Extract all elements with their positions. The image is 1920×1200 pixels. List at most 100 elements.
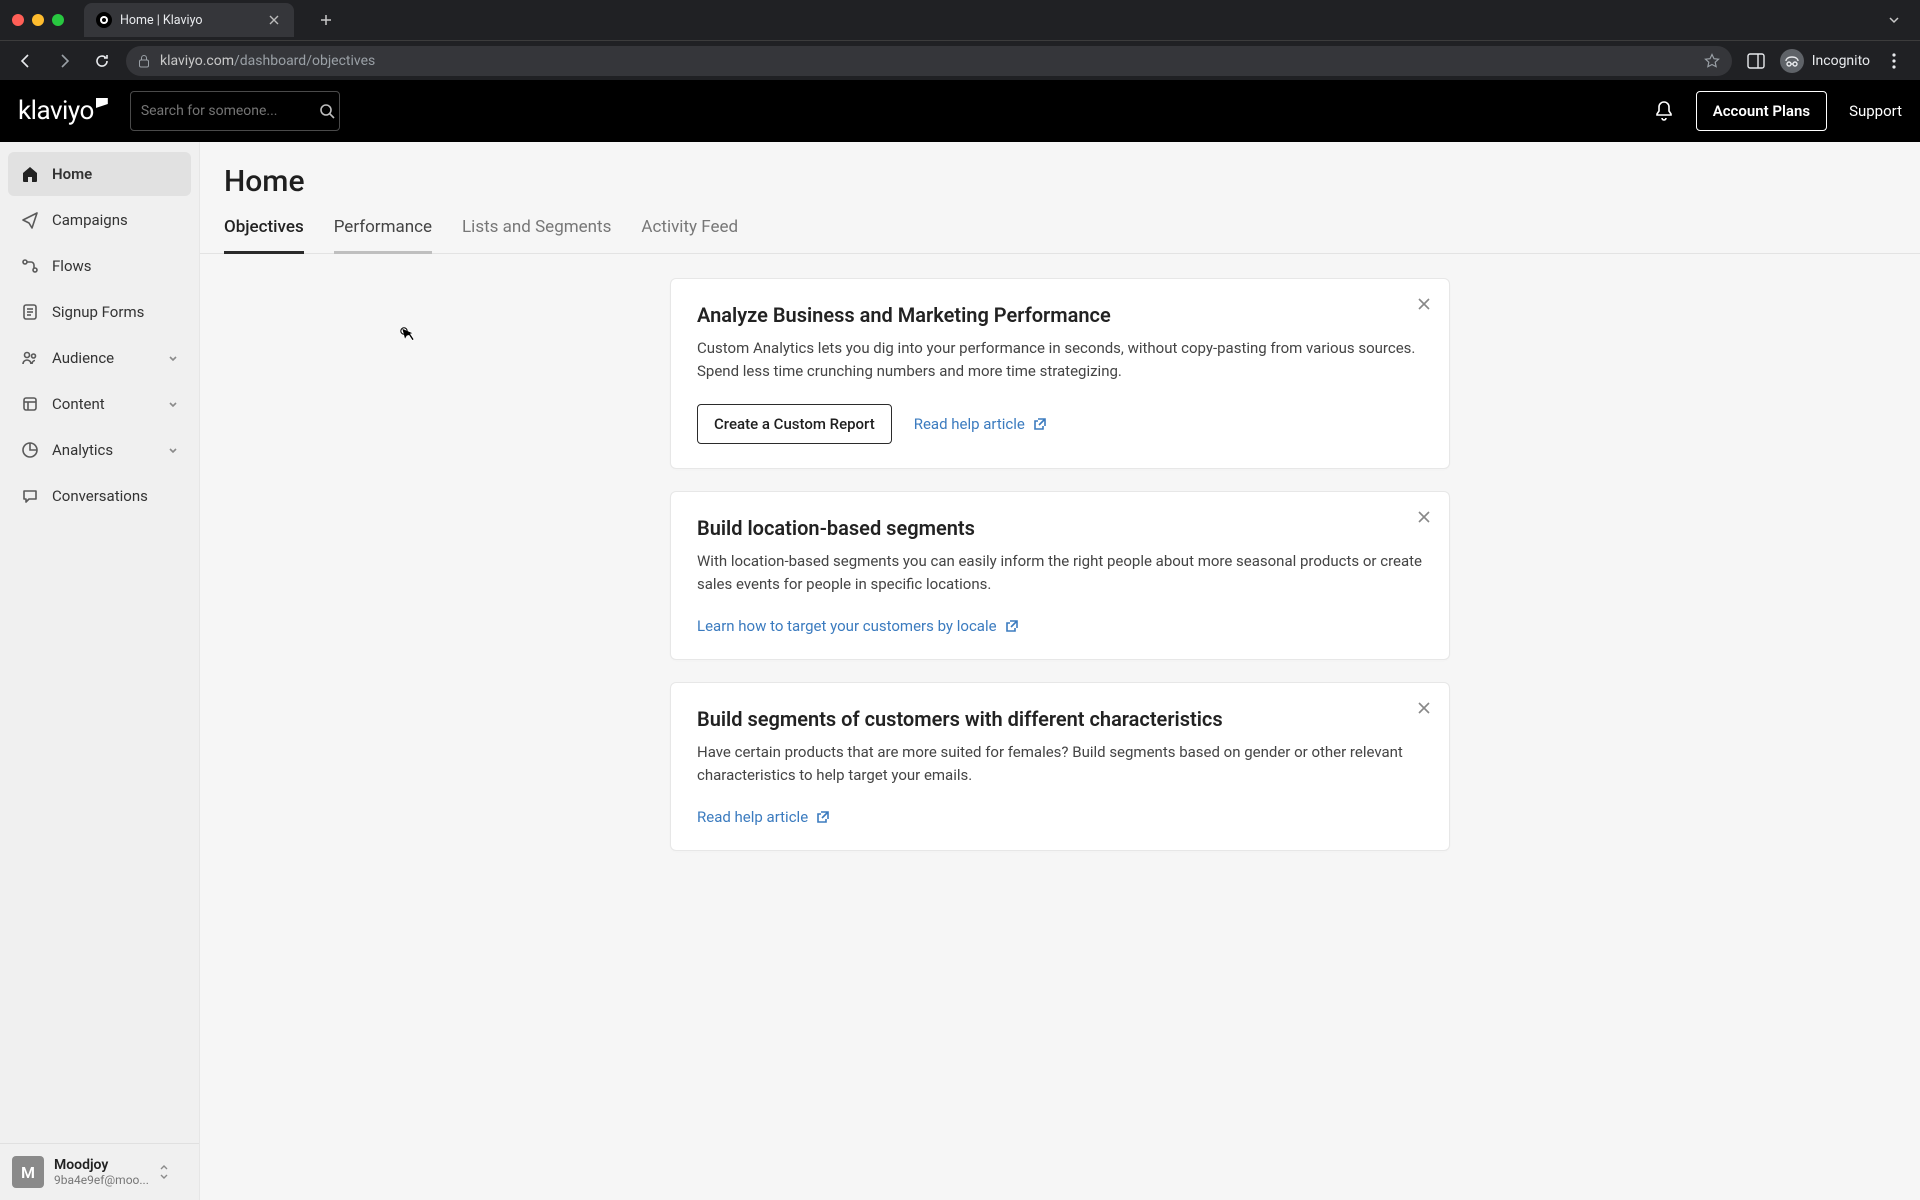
window-close-button[interactable] — [12, 14, 24, 26]
tab-favicon — [96, 12, 112, 28]
card-close-button[interactable] — [1413, 293, 1435, 315]
window-minimize-button[interactable] — [32, 14, 44, 26]
card-help-link[interactable]: Learn how to target your customers by lo… — [697, 617, 1019, 635]
sidebar: Home Campaigns Flows Signup Forms Audience Co… — [0, 142, 200, 1200]
audience-icon — [20, 348, 40, 368]
browser-titlebar: Home | Klaviyo — [0, 0, 1920, 40]
app-body: Home Campaigns Flows Signup Forms Audience Co… — [0, 142, 1920, 1200]
chevron-down-icon — [167, 352, 179, 364]
sidebar-item-label: Audience — [52, 349, 114, 367]
url-path: /dashboard/objectives — [234, 53, 375, 69]
form-icon — [20, 302, 40, 322]
tab-objectives[interactable]: Objectives — [224, 217, 304, 254]
support-link[interactable]: Support — [1849, 102, 1902, 120]
card-body: With location-based segments you can eas… — [697, 550, 1423, 595]
sidebar-item-label: Analytics — [52, 441, 113, 459]
sidebar-item-label: Content — [52, 395, 105, 413]
lock-icon — [138, 54, 150, 68]
sidebar-item-label: Campaigns — [52, 211, 128, 229]
tab-title: Home | Klaviyo — [120, 13, 258, 28]
browser-forward-button[interactable] — [50, 47, 78, 75]
cards-container: Analyze Business and Marketing Performan… — [650, 278, 1470, 851]
search-icon[interactable] — [319, 103, 335, 119]
main: Home Objectives Performance Lists and Segm… — [200, 142, 1920, 1200]
avatar: M — [12, 1156, 44, 1188]
tab-performance[interactable]: Performance — [334, 217, 432, 254]
external-link-icon — [1005, 619, 1019, 633]
account-plans-button[interactable]: Account Plans — [1696, 91, 1827, 131]
user-menu-toggle[interactable] — [159, 1164, 169, 1180]
external-link-icon — [1033, 417, 1047, 431]
sidebar-item-label: Home — [52, 165, 92, 183]
window-controls — [12, 14, 64, 26]
browser-chrome: Home | Klaviyo klaviyo.com/da — [0, 0, 1920, 80]
tab-lists-and-segments[interactable]: Lists and Segments — [462, 217, 611, 254]
panel-toggle-icon[interactable] — [1742, 47, 1770, 75]
chevron-down-icon — [167, 444, 179, 456]
card-primary-button[interactable]: Create a Custom Report — [697, 404, 892, 444]
card-title: Build location-based segments — [697, 516, 1423, 540]
card-title: Analyze Business and Marketing Performan… — [697, 303, 1423, 327]
logo-text: klaviyo — [18, 96, 94, 126]
logo-flag-icon — [96, 98, 108, 108]
url-text: klaviyo.com/dashboard/objectives — [160, 53, 375, 69]
analytics-icon — [20, 440, 40, 460]
search-box[interactable] — [130, 91, 340, 131]
card-close-button[interactable] — [1413, 506, 1435, 528]
link-label: Learn how to target your customers by lo… — [697, 617, 997, 635]
incognito-label: Incognito — [1812, 53, 1870, 69]
tabs: Objectives Performance Lists and Segments A… — [200, 217, 1920, 254]
sidebar-item-conversations[interactable]: Conversations — [8, 474, 191, 518]
tabs-menu-button[interactable] — [1880, 6, 1908, 34]
window-maximize-button[interactable] — [52, 14, 64, 26]
card-actions: Read help article — [697, 808, 1423, 826]
link-label: Read help article — [697, 808, 808, 826]
browser-back-button[interactable] — [12, 47, 40, 75]
sidebar-item-analytics[interactable]: Analytics — [8, 428, 191, 472]
card-close-button[interactable] — [1413, 697, 1435, 719]
external-link-icon — [816, 810, 830, 824]
tab-close-button[interactable] — [266, 12, 282, 28]
content-icon — [20, 394, 40, 414]
address-bar[interactable]: klaviyo.com/dashboard/objectives — [126, 46, 1732, 76]
incognito-badge[interactable]: Incognito — [1780, 49, 1870, 73]
card-body: Custom Analytics lets you dig into your … — [697, 337, 1423, 382]
sidebar-nav: Home Campaigns Flows Signup Forms Audience Co… — [0, 142, 199, 528]
tab-activity-feed[interactable]: Activity Feed — [641, 217, 738, 254]
sidebar-user-footer[interactable]: M Moodjoy 9ba4e9ef@moo... — [0, 1143, 199, 1200]
flow-icon — [20, 256, 40, 276]
sidebar-item-campaigns[interactable]: Campaigns — [8, 198, 191, 242]
browser-menu-button[interactable] — [1880, 47, 1908, 75]
chat-icon — [20, 486, 40, 506]
sidebar-item-audience[interactable]: Audience — [8, 336, 191, 380]
browser-tab[interactable]: Home | Klaviyo — [84, 3, 294, 37]
app-root: klaviyo Account Plans Support Home Campai… — [0, 80, 1920, 1200]
new-tab-button[interactable] — [312, 6, 340, 34]
objective-card: Build segments of customers with differe… — [670, 682, 1450, 851]
notifications-bell-icon[interactable] — [1654, 100, 1674, 122]
user-email: 9ba4e9ef@moo... — [54, 1173, 149, 1187]
sidebar-item-content[interactable]: Content — [8, 382, 191, 426]
card-help-link[interactable]: Read help article — [914, 415, 1047, 433]
user-name: Moodjoy — [54, 1157, 149, 1173]
paper-plane-icon — [20, 210, 40, 230]
logo[interactable]: klaviyo — [18, 96, 108, 126]
user-meta: Moodjoy 9ba4e9ef@moo... — [54, 1157, 149, 1187]
card-title: Build segments of customers with differe… — [697, 707, 1423, 731]
search-input[interactable] — [141, 103, 319, 119]
page-title: Home — [224, 164, 1896, 199]
home-icon — [20, 164, 40, 184]
card-help-link[interactable]: Read help article — [697, 808, 830, 826]
objective-card: Build location-based segments With locati… — [670, 491, 1450, 660]
bookmark-star-icon[interactable] — [1704, 53, 1720, 69]
sidebar-item-signup-forms[interactable]: Signup Forms — [8, 290, 191, 334]
sidebar-item-label: Flows — [52, 257, 92, 275]
browser-reload-button[interactable] — [88, 47, 116, 75]
card-body: Have certain products that are more suit… — [697, 741, 1423, 786]
sidebar-item-label: Signup Forms — [52, 303, 144, 321]
sidebar-item-flows[interactable]: Flows — [8, 244, 191, 288]
sidebar-item-home[interactable]: Home — [8, 152, 191, 196]
chevron-down-icon — [167, 398, 179, 410]
sidebar-item-label: Conversations — [52, 487, 148, 505]
browser-toolbar: klaviyo.com/dashboard/objectives Incogni… — [0, 40, 1920, 80]
